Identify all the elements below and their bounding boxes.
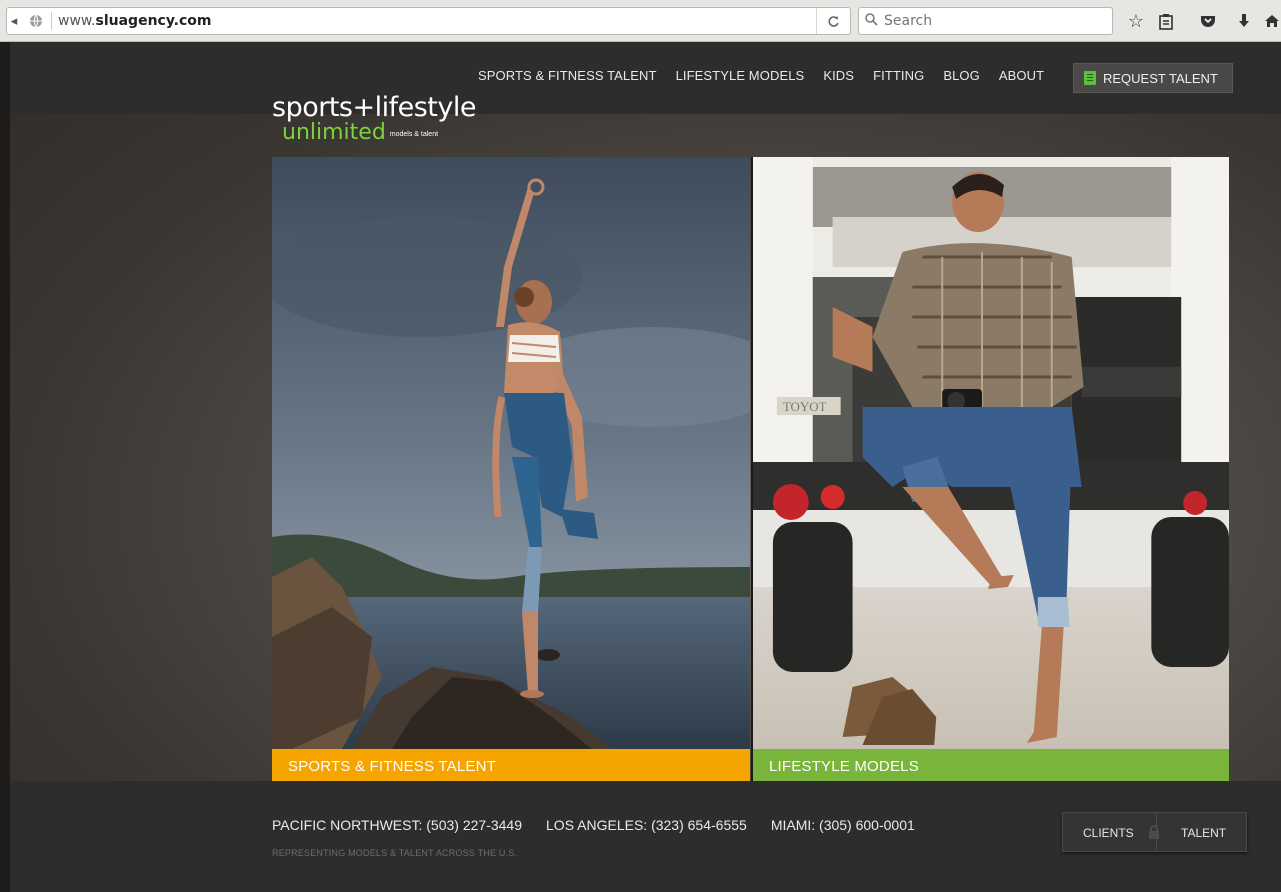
svg-text:TOYOT: TOYOT — [783, 399, 827, 414]
search-icon — [865, 13, 878, 29]
book-icon — [1084, 71, 1096, 85]
home-icon[interactable] — [1264, 9, 1280, 33]
pocket-icon[interactable] — [1196, 9, 1220, 33]
nav-lifestyle-models[interactable]: LIFESTYLE MODELS — [676, 68, 805, 83]
url-separator — [51, 12, 52, 30]
site-header: SPORTS & FITNESS TALENT LIFESTYLE MODELS… — [10, 42, 1281, 114]
lifestyle-models-caption[interactable]: LIFESTYLE MODELS — [753, 749, 1229, 783]
contact-miami: MIAMI: (305) 600-0001 — [770, 817, 915, 833]
site-logo[interactable]: sports+lifestyle unlimited models & talen… — [272, 92, 476, 154]
lock-icon — [1149, 825, 1159, 839]
footer-tagline: REPRESENTING MODELS & TALENT ACROSS THE … — [272, 848, 518, 858]
site-footer: PACIFIC NORTHWEST: (503) 227-3449 LOS AN… — [10, 781, 1281, 892]
request-talent-button[interactable]: REQUEST TALENT — [1073, 63, 1233, 93]
request-talent-label: REQUEST TALENT — [1103, 70, 1218, 86]
nav-fitting[interactable]: FITTING — [873, 68, 924, 83]
contact-los-angeles: LOS ANGELES: (323) 654-6555 — [546, 817, 747, 833]
reading-list-icon[interactable] — [1154, 9, 1178, 33]
browser-toolbar: ◂ www.sluagency.com ☆ — [0, 0, 1281, 42]
office-contacts: PACIFIC NORTHWEST: (503) 227-3449 LOS AN… — [272, 817, 939, 833]
nav-sports-fitness-talent[interactable]: SPORTS & FITNESS TALENT — [478, 68, 657, 83]
globe-icon — [27, 12, 45, 30]
logo-line-unlimited: unlimited — [282, 120, 386, 145]
address-bar[interactable]: ◂ www.sluagency.com — [6, 7, 851, 35]
nav-about[interactable]: ABOUT — [999, 68, 1044, 83]
clients-login-link[interactable]: CLIENTS — [1083, 826, 1134, 840]
main-nav: SPORTS & FITNESS TALENT LIFESTYLE MODELS… — [478, 68, 1063, 83]
window-edge — [0, 42, 10, 892]
lifestyle-models-panel[interactable]: TOYOT LIFESTYLE MODELS — [751, 157, 1229, 783]
nav-blog[interactable]: BLOG — [943, 68, 980, 83]
bookmark-star-icon[interactable]: ☆ — [1124, 9, 1148, 33]
talent-login-link[interactable]: TALENT — [1181, 826, 1226, 840]
web-page: SPORTS & FITNESS TALENT LIFESTYLE MODELS… — [10, 42, 1281, 892]
download-icon[interactable] — [1232, 9, 1256, 33]
yoga-model-photo — [272, 157, 750, 749]
reload-icon[interactable] — [816, 8, 850, 34]
nav-kids[interactable]: KIDS — [823, 68, 854, 83]
contact-pacific-northwest: PACIFIC NORTHWEST: (503) 227-3449 — [272, 817, 523, 833]
login-box: CLIENTS TALENT — [1062, 812, 1247, 852]
search-input[interactable] — [884, 13, 1104, 29]
browser-search-box[interactable] — [858, 7, 1113, 35]
back-arrow-icon[interactable]: ◂ — [7, 8, 21, 34]
logo-tagline: models & talent — [389, 131, 439, 139]
sports-fitness-caption[interactable]: SPORTS & FITNESS TALENT — [272, 749, 750, 783]
sports-fitness-panel[interactable]: SPORTS & FITNESS TALENT — [272, 157, 750, 783]
logo-line-sports-lifestyle: sports+lifestyle — [272, 92, 476, 123]
lifestyle-model-photo: TOYOT — [753, 157, 1229, 749]
url-text[interactable]: www.sluagency.com — [58, 13, 212, 29]
